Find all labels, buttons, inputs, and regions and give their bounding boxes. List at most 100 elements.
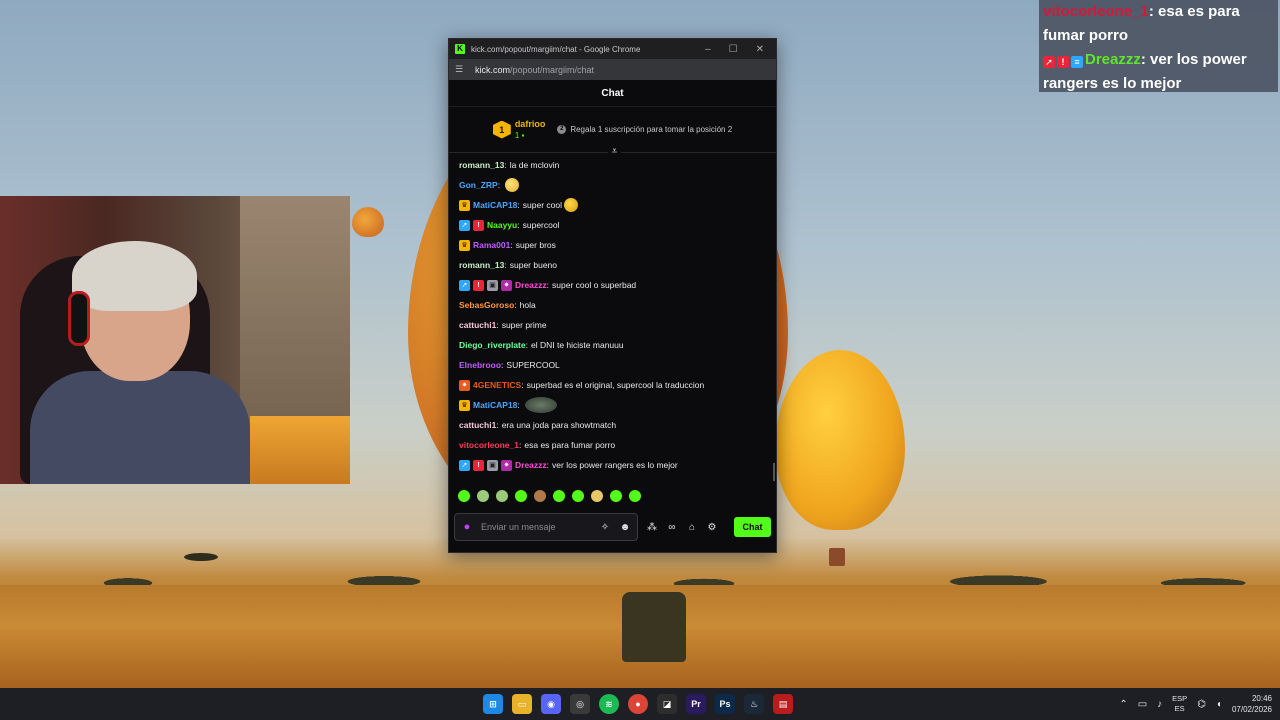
chat-emote-icon — [505, 178, 520, 192]
windows-start-icon[interactable]: ⊞ — [483, 694, 503, 714]
file-explorer-icon[interactable]: ▭ — [512, 694, 532, 714]
chat-message: cattuchi1: super prime — [459, 315, 766, 335]
emote-icon[interactable] — [591, 490, 603, 502]
headset-icon — [68, 291, 90, 346]
discord-icon[interactable]: ◉ — [541, 694, 561, 714]
windows-taskbar: ⊞ ▭ ◉ ◎ ≋ ● ◪ Pr Ps ♨ ▤ ⌃ ▭ ♪ ESP ES ⌬ ◖… — [0, 688, 1280, 720]
spotify-icon[interactable]: ≋ — [599, 694, 619, 714]
minimize-icon[interactable]: – — [705, 44, 711, 55]
alert-badge-icon: ! — [1057, 56, 1069, 68]
send-chat-button[interactable]: Chat — [734, 517, 771, 537]
language-indicator[interactable]: ESP ES — [1172, 694, 1187, 714]
emote-icon[interactable] — [458, 490, 470, 502]
list-badge-icon: ≡ — [1071, 56, 1083, 68]
taskbar-clock[interactable]: 20:46 07/02/2026 — [1232, 693, 1272, 715]
emote-icon[interactable] — [515, 490, 527, 502]
chat-username[interactable]: MatiCAP18 — [473, 400, 517, 410]
photoshop-icon[interactable]: Ps — [715, 694, 735, 714]
close-icon[interactable]: ✕ — [756, 44, 764, 55]
chat-username[interactable]: Naayyu — [487, 220, 517, 230]
chat-username[interactable]: MatiCAP18 — [473, 200, 517, 210]
taskbar-apps: ⊞ ▭ ◉ ◎ ≋ ● ◪ Pr Ps ♨ ▤ — [483, 694, 793, 714]
maximize-icon[interactable]: ☐ — [729, 44, 738, 55]
chevron-up-icon[interactable]: ⌃ — [1119, 699, 1127, 710]
window-controls: – ☐ ✕ — [705, 44, 764, 55]
chat-separator: : — [517, 220, 520, 230]
chat-text: ver los power rangers es lo mejor — [552, 460, 678, 470]
chrome-icon[interactable]: ● — [628, 694, 648, 714]
window-titlebar[interactable]: K kick.com/popout/margiim/chat - Google … — [449, 39, 776, 59]
chat-separator: : — [496, 320, 499, 330]
chat-separator: : — [504, 160, 507, 170]
chat-username[interactable]: SebasGoroso — [459, 300, 514, 310]
microphone-tray-icon[interactable]: ♪ — [1157, 699, 1162, 710]
chat-username[interactable]: cattuchi1 — [459, 420, 496, 430]
gear-icon[interactable]: ⚙ — [706, 522, 718, 533]
chat-message: SebasGoroso: hola — [459, 295, 766, 315]
chat-separator: : — [504, 260, 507, 270]
chat-username[interactable]: romann_13 — [459, 160, 504, 170]
steam-icon[interactable]: ♨ — [744, 694, 764, 714]
message-input-box[interactable]: ● ✧ ☻ — [454, 513, 638, 541]
overlay-text: : ver los power — [1140, 51, 1247, 68]
overlay-line-1: vitocorleone_1: esa es para — [1043, 0, 1272, 24]
emote-icon[interactable] — [629, 490, 641, 502]
site-settings-icon[interactable]: ☰ — [455, 64, 467, 75]
users-icon[interactable]: ⁂ — [646, 522, 658, 533]
chat-separator: : — [497, 180, 501, 190]
chat-username[interactable]: vitocorleone_1 — [459, 440, 519, 450]
chat-username[interactable]: Gon_ZRP — [459, 180, 498, 190]
emote-icon[interactable] — [534, 490, 546, 502]
volume-icon[interactable]: ◖ — [1216, 699, 1222, 710]
chat-text: era una joda para showtmatch — [501, 420, 617, 430]
chat-username[interactable]: Dreazzz — [515, 460, 547, 470]
position-two-icon: 2 — [557, 125, 567, 134]
chat-separator: : — [501, 360, 504, 370]
og-badge-icon: ✷ — [501, 279, 512, 291]
chat-username[interactable]: 4GENETICS — [473, 380, 521, 390]
microphone-icon[interactable]: ● — [461, 521, 473, 533]
chat-message: romann_13: la de mclovin — [459, 155, 766, 175]
chat-separator: : — [546, 460, 550, 470]
gift-prompt-text: Regala 1 suscripción para tomar la posic… — [570, 125, 733, 134]
chat-message: ♛ MatiCAP18: super cool — [459, 195, 766, 215]
chat-username[interactable]: Elnebrooo — [459, 360, 501, 370]
emote-icon[interactable] — [477, 490, 489, 502]
leaderboard-gift-prompt[interactable]: 2 Regala 1 suscripción para tomar la pos… — [557, 125, 732, 134]
chat-message: cattuchi1: era una joda para showtmatch — [459, 415, 766, 435]
news-icon[interactable]: ▤ — [773, 694, 793, 714]
emote-icon[interactable] — [553, 490, 565, 502]
chat-username[interactable]: romann_13 — [459, 260, 504, 270]
chat-username[interactable]: cattuchi1 — [459, 320, 496, 330]
infinity-icon[interactable]: ∞ — [666, 522, 678, 533]
sparkle-icon[interactable]: ✧ — [599, 522, 611, 533]
emote-icon[interactable] — [496, 490, 508, 502]
chat-emote-icon — [524, 397, 557, 413]
obs-icon[interactable]: ◎ — [570, 694, 590, 714]
emote-icon[interactable] — [610, 490, 622, 502]
chat-message-list[interactable]: romann_13: la de mclovin Gon_ZRP: ♛ MatiCAP1… — [449, 153, 776, 483]
alert-badge-icon: ! — [473, 459, 484, 471]
message-input[interactable] — [481, 522, 591, 532]
gift-leaderboard[interactable]: 1 dafrioo 1 ▪ 2 Regala 1 suscripción par… — [449, 107, 776, 159]
leaderboard-user: dafrioo 1 ▪ — [515, 119, 546, 141]
chat-username[interactable]: Diego_riverplate — [459, 340, 526, 350]
network-icon[interactable]: ⌬ — [1197, 699, 1206, 710]
chat-separator: : — [510, 240, 513, 250]
overlay-text: rangers es lo mejor — [1043, 75, 1182, 92]
chrome-popup-window: K kick.com/popout/margiim/chat - Google … — [448, 38, 777, 553]
rank-badge: 1 — [492, 120, 511, 139]
emoji-icon[interactable]: ☻ — [619, 522, 631, 533]
tray-app-icon[interactable]: ▭ — [1138, 699, 1147, 710]
emote-icon[interactable] — [572, 490, 584, 502]
chat-text: esa es para fumar porro — [524, 440, 616, 450]
alert-badge-icon: ! — [473, 279, 484, 291]
capcut-icon[interactable]: ◪ — [657, 694, 677, 714]
address-bar[interactable]: ☰ kick.com/popout/margiim/chat — [449, 59, 776, 80]
chat-username[interactable]: Dreazzz — [515, 280, 547, 290]
premiere-icon[interactable]: Pr — [686, 694, 706, 714]
chat-scrollbar[interactable] — [773, 463, 775, 481]
chat-separator: : — [546, 280, 550, 290]
chat-username[interactable]: Rama001 — [473, 240, 510, 250]
store-icon[interactable]: ⌂ — [686, 522, 698, 533]
